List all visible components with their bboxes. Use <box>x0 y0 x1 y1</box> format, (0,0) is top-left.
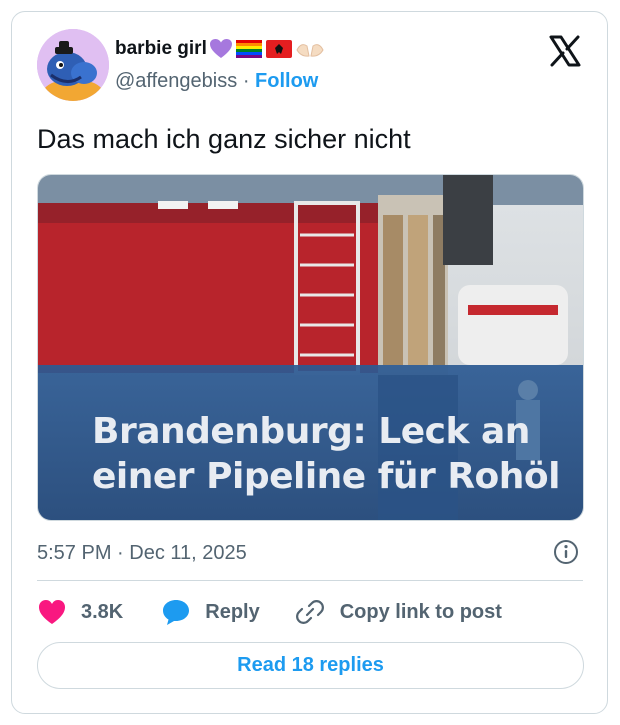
info-icon[interactable] <box>553 539 579 565</box>
post-timestamp[interactable]: 5:57 PM · Dec 11, 2025 <box>37 542 247 565</box>
post-actions-bar: 3.8K Reply Copy link to post <box>37 597 502 627</box>
link-icon <box>295 600 324 624</box>
post-time[interactable]: 5:57 PM <box>37 542 111 564</box>
follow-button[interactable]: Follow <box>255 70 318 92</box>
x-logo-icon[interactable] <box>548 34 582 68</box>
reply-label[interactable]: Reply <box>205 601 259 624</box>
likes-count[interactable]: 3.8K <box>81 601 123 624</box>
reply-button[interactable]: Reply <box>161 598 260 626</box>
read-replies-button[interactable]: Read 18 replies <box>37 642 584 689</box>
albanian-flag-icon <box>265 40 292 58</box>
media-caption-line-2: einer Pipeline für Rohöl <box>92 456 561 497</box>
read-replies-label[interactable]: Read 18 replies <box>237 654 384 677</box>
handle-separator: · <box>242 70 250 92</box>
rainbow-flag-icon <box>235 40 262 58</box>
heart-icon <box>39 600 65 624</box>
divider <box>37 580 583 581</box>
post-date[interactable]: Dec 11, 2025 <box>129 542 247 564</box>
media-caption-line-1: Brandenburg: Leck an <box>92 411 530 452</box>
speech-bubble-icon <box>163 600 190 625</box>
author-name-row[interactable]: barbie girl <box>115 38 325 60</box>
post-media-image[interactable]: Brandenburg: Leck an einer Pipeline für … <box>37 174 584 521</box>
copy-link-label[interactable]: Copy link to post <box>340 601 502 624</box>
author-display-name[interactable]: barbie girl <box>115 38 207 60</box>
avatar[interactable] <box>37 29 109 101</box>
post-text: Das mach ich ganz sicher nicht <box>37 124 411 154</box>
author-handle[interactable]: @affengebiss <box>115 70 237 92</box>
timestamp-separator: · <box>117 542 124 564</box>
purple-heart-icon <box>209 39 232 58</box>
embedded-post-card: barbie girl @affengebiss · Follow Das ma… <box>11 11 608 714</box>
like-button[interactable]: 3.8K <box>37 598 123 626</box>
copy-link-button[interactable]: Copy link to post <box>295 598 502 626</box>
media-caption: Brandenburg: Leck an einer Pipeline für … <box>92 409 561 499</box>
author-handle-row: @affengebiss · Follow <box>115 70 318 93</box>
palms-up-icon <box>296 44 324 57</box>
avatar-illustration <box>37 29 109 101</box>
